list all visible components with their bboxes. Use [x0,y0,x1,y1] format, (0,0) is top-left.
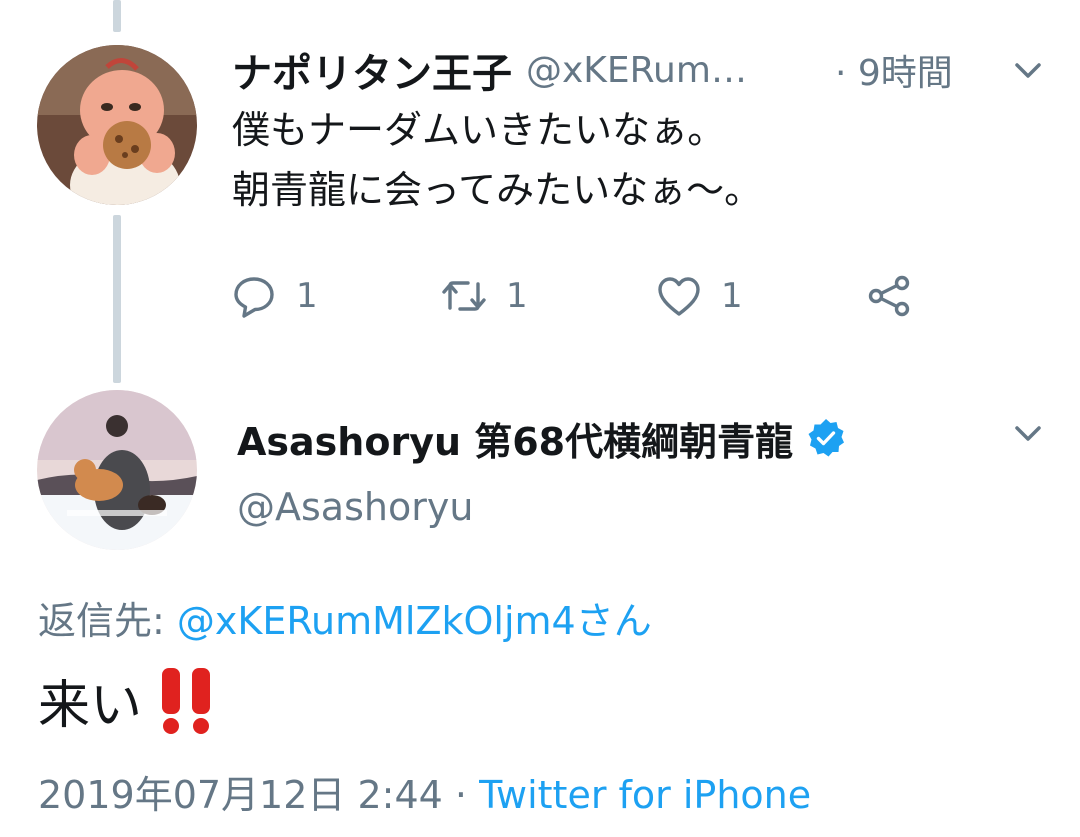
avatar-napolitan[interactable] [37,45,197,205]
reply-to-label: 返信先: [38,599,165,643]
share-button[interactable] [865,268,913,324]
tweet1-handle[interactable]: @xKERum… [526,50,747,91]
reply-button[interactable]: 1 [230,268,318,324]
thread-connector-top [113,0,121,32]
reply-bubble-icon [230,272,278,320]
retweet-button[interactable]: 1 [440,268,528,324]
tweet1-text-line1: 僕もナーダムいきたいなぁ。 [232,108,726,152]
chevron-down-icon[interactable] [1008,50,1048,90]
tweet1-actions: 1 1 1 [230,268,930,324]
tweet2-text-body: 来い [38,675,143,736]
tweet2-source-link[interactable]: Twitter for iPhone [479,773,811,817]
double-exclamation-emoji [156,664,216,736]
tweet2-handle[interactable]: @Asashoryu [237,485,473,529]
chevron-down-icon[interactable] [1008,413,1048,453]
reply-count: 1 [296,276,318,316]
tweet2-name-row: Asashoryu 第68代横綱朝青龍 [237,410,847,466]
tweet1-text-line2: 朝青龍に会ってみたいなぁ〜。 [232,168,763,212]
retweet-icon [440,272,488,320]
tweet1-display-name[interactable]: ナポリタン王子 [232,41,512,99]
heart-icon [655,272,703,320]
tweet1-text: 僕もナーダムいきたいなぁ。 朝青龍に会ってみたいなぁ〜。 [232,100,762,220]
verified-badge-icon [805,417,847,459]
tweet1-timestamp[interactable]: · 9時間 [835,42,953,98]
thread-connector [113,215,121,383]
retweet-count: 1 [506,276,528,316]
tweet2-display-name[interactable]: Asashoryu 第68代横綱朝青龍 [237,411,793,466]
tweet2-date[interactable]: 2019年07月12日 2:44 · [38,773,467,817]
reply-to-mention-link[interactable]: @xKERumMlZkOljm4さん [177,599,652,643]
share-icon [865,272,913,320]
tweet2-meta: 2019年07月12日 2:44 · Twitter for iPhone [38,764,811,819]
like-button[interactable]: 1 [655,268,743,324]
like-count: 1 [721,276,743,316]
tweet1-header: ナポリタン王子 @xKERum… [232,42,747,98]
tweet2-text: 来い [38,660,216,740]
avatar-asashoryu[interactable] [37,390,197,550]
reply-to-line: 返信先: @xKERumMlZkOljm4さん [38,590,652,645]
